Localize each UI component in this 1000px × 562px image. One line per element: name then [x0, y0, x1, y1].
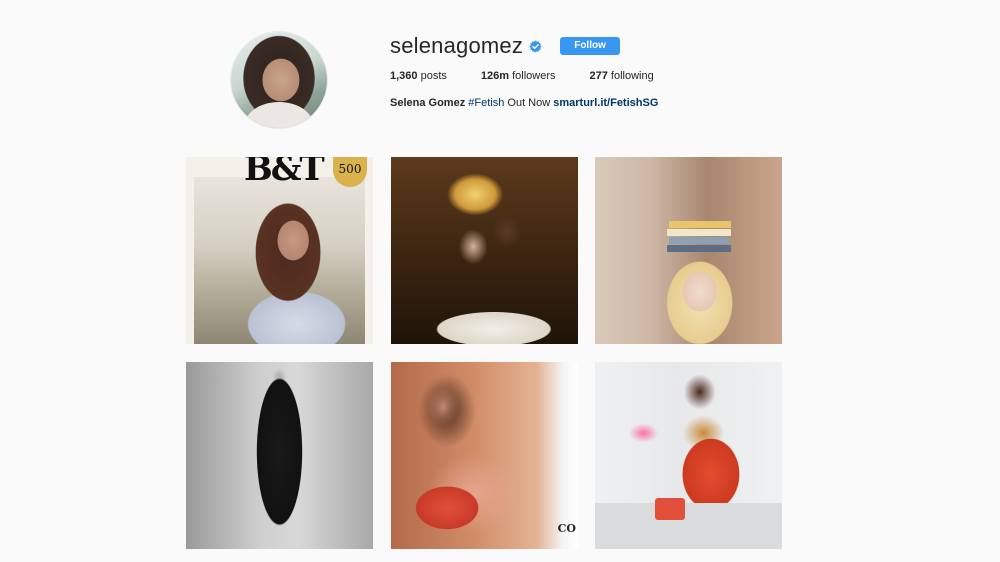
followers-stat[interactable]: 126m followers [481, 70, 556, 82]
magazine-masthead: B&T [244, 157, 325, 189]
verified-badge-icon [529, 39, 542, 53]
book-1 [669, 221, 731, 228]
avatar-shoulder [245, 102, 313, 128]
post-6-bag [655, 498, 685, 520]
followers-count: 126m [480, 70, 510, 82]
post-1-photo [194, 177, 365, 344]
profile-avatar[interactable] [231, 32, 327, 128]
post-tile-2[interactable] [391, 157, 578, 344]
posts-count: 1,360 [390, 70, 418, 82]
bio-hashtag[interactable]: #Fetish [468, 97, 504, 109]
post-tile-6[interactable] [595, 362, 782, 549]
profile-bio: Selena Gomez #Fetish Out Now smarturl.it… [390, 97, 658, 109]
following-stat[interactable]: 277 following [590, 70, 654, 82]
post-tile-1[interactable]: B&T 500 [186, 157, 373, 344]
username-row: selenagomez Follow [390, 32, 621, 60]
bio-link[interactable]: smarturl.it/FetishSG [553, 97, 658, 109]
post-tile-3[interactable] [595, 157, 782, 344]
post-tile-4[interactable] [186, 362, 373, 549]
posts-label: posts [420, 70, 447, 82]
following-count: 277 [589, 70, 608, 82]
bio-text: Out Now [504, 97, 554, 109]
profile-stats: 1,360 posts 126m followers 277 following [390, 70, 688, 82]
book-4 [667, 245, 731, 252]
following-label: following [610, 70, 654, 82]
ad-brand-text: CO [557, 522, 576, 535]
username: selenagomez [390, 33, 524, 58]
profile-page: selenagomez Follow 1,360 posts 126m foll… [0, 0, 1000, 562]
book-2 [667, 229, 731, 236]
post-6-floor [595, 503, 782, 549]
follow-button[interactable]: Follow [560, 37, 621, 55]
followers-label: followers [512, 70, 556, 82]
post-tile-5[interactable]: CO [391, 362, 578, 549]
full-name: Selena Gomez [390, 97, 466, 109]
book-3 [669, 237, 729, 244]
posts-stat: 1,360 posts [390, 70, 447, 82]
